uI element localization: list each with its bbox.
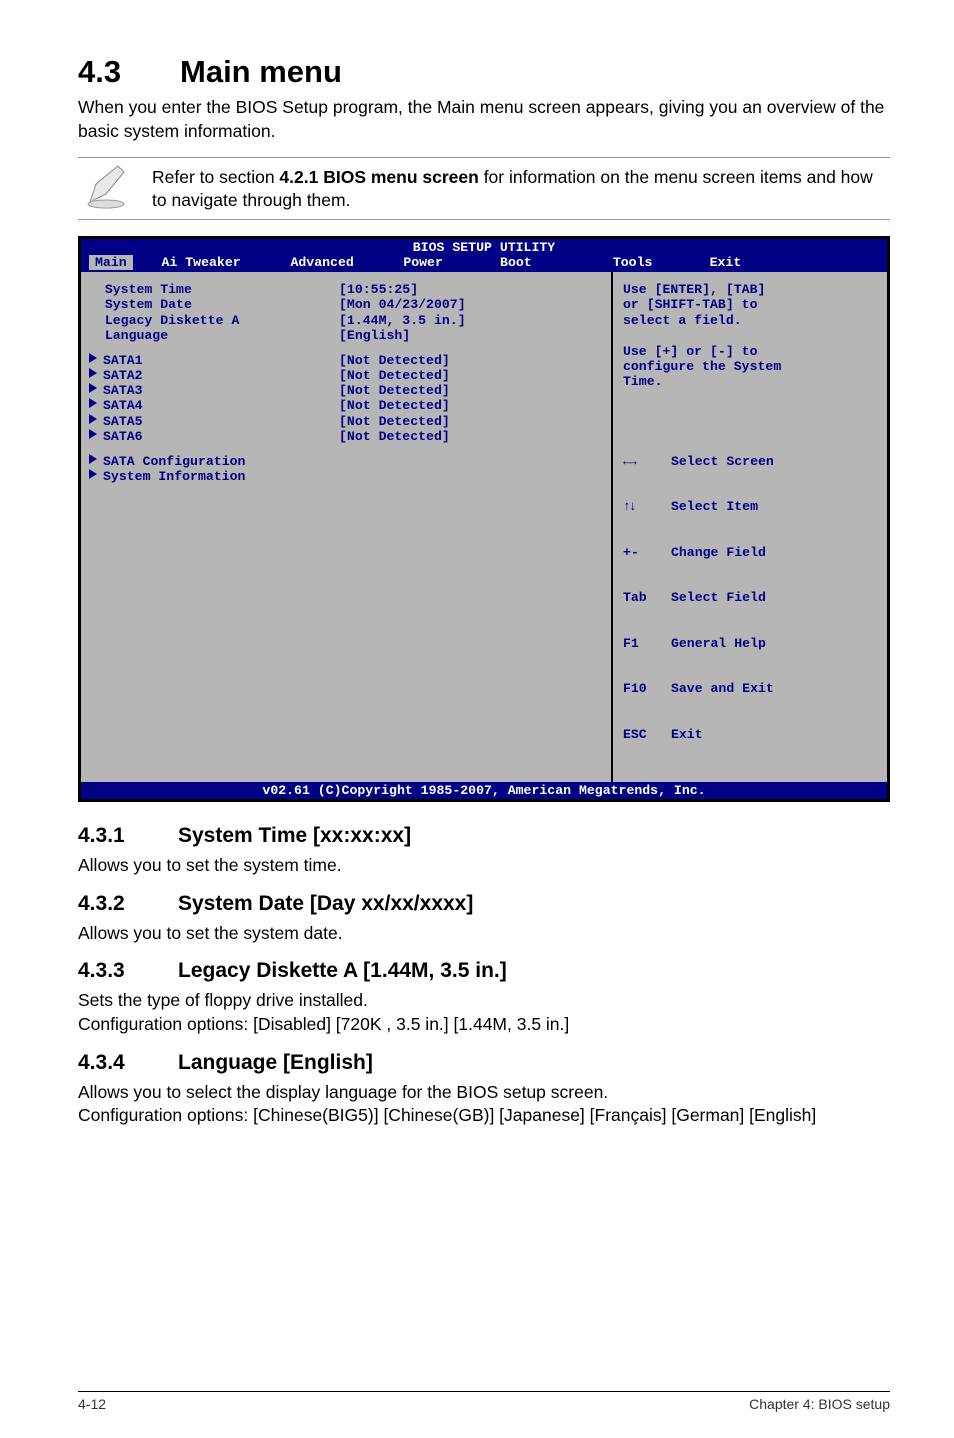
note-text: Refer to section 4.2.1 BIOS menu screen …: [152, 166, 890, 212]
heading-4-3-3: 4.3.3Legacy Diskette A [1.44M, 3.5 in.]: [78, 959, 890, 983]
row-sata1[interactable]: SATA1[Not Detected]: [89, 353, 603, 368]
bios-menubar: Main Ai Tweaker Advanced Power Boot Tool…: [81, 255, 887, 272]
bios-submenu-group: SATA Configuration System Information: [89, 454, 603, 484]
bios-title: BIOS SETUP UTILITY: [81, 239, 887, 255]
section-title: Main menu: [180, 54, 342, 89]
page-number: 4-12: [78, 1396, 106, 1412]
intro-paragraph: When you enter the BIOS Setup program, t…: [78, 96, 890, 143]
tab-ai-tweaker[interactable]: Ai Tweaker: [154, 255, 283, 270]
row-sata6[interactable]: SATA6[Not Detected]: [89, 429, 603, 444]
body-4-3-4a: Allows you to select the display languag…: [78, 1081, 890, 1105]
key-legend: Select Screen Select Item +-Change Field…: [623, 423, 877, 772]
tab-tools[interactable]: Tools: [605, 255, 702, 270]
note-text-a: Refer to section: [152, 167, 279, 187]
row-sata5[interactable]: SATA5[Not Detected]: [89, 414, 603, 429]
bios-left-pane: System Time[10:55:25] System Date[Mon 04…: [81, 272, 613, 782]
row-system-information[interactable]: System Information: [89, 469, 603, 484]
tab-advanced[interactable]: Advanced: [282, 255, 395, 270]
body-4-3-2: Allows you to set the system date.: [78, 922, 890, 946]
arrows-ud-icon: [623, 499, 671, 514]
heading-4-3-4: 4.3.4Language [English]: [78, 1051, 890, 1075]
tab-boot[interactable]: Boot: [492, 255, 605, 270]
help-text-1: Use [ENTER], [TAB] or [SHIFT-TAB] to sel…: [623, 282, 877, 328]
tab-main[interactable]: Main: [89, 255, 133, 270]
body-4-3-1: Allows you to set the system time.: [78, 854, 890, 878]
bios-settings-group: System Time[10:55:25] System Date[Mon 04…: [89, 282, 603, 343]
row-language[interactable]: Language[English]: [89, 328, 603, 343]
bios-sata-group: SATA1[Not Detected] SATA2[Not Detected] …: [89, 353, 603, 444]
heading-4-3-1: 4.3.1System Time [xx:xx:xx]: [78, 824, 890, 848]
section-heading: 4.3Main menu: [78, 54, 890, 90]
body-4-3-3b: Configuration options: [Disabled] [720K …: [78, 1013, 890, 1037]
body-4-3-3a: Sets the type of floppy drive installed.: [78, 989, 890, 1013]
bios-right-pane: Use [ENTER], [TAB] or [SHIFT-TAB] to sel…: [613, 272, 887, 782]
note-block: Refer to section 4.2.1 BIOS menu screen …: [78, 157, 890, 220]
arrows-lr-icon: [623, 454, 671, 469]
pencil-icon: [78, 162, 134, 215]
body-4-3-4b: Configuration options: [Chinese(BIG5)] […: [78, 1104, 890, 1128]
bios-footer: v02.61 (C)Copyright 1985-2007, American …: [81, 782, 887, 799]
heading-4-3-2: 4.3.2System Date [Day xx/xx/xxxx]: [78, 892, 890, 916]
tab-exit[interactable]: Exit: [702, 255, 887, 270]
row-sata4[interactable]: SATA4[Not Detected]: [89, 398, 603, 413]
row-system-date[interactable]: System Date[Mon 04/23/2007]: [89, 297, 603, 312]
tab-power[interactable]: Power: [395, 255, 492, 270]
row-legacy-diskette[interactable]: Legacy Diskette A[1.44M, 3.5 in.]: [89, 313, 603, 328]
note-text-bold: 4.2.1 BIOS menu screen: [279, 167, 478, 187]
row-sata-configuration[interactable]: SATA Configuration: [89, 454, 603, 469]
row-sata3[interactable]: SATA3[Not Detected]: [89, 383, 603, 398]
chapter-label: Chapter 4: BIOS setup: [749, 1396, 890, 1412]
section-number: 4.3: [78, 54, 180, 90]
row-sata2[interactable]: SATA2[Not Detected]: [89, 368, 603, 383]
bios-window: BIOS SETUP UTILITY Main Ai Tweaker Advan…: [78, 236, 890, 802]
row-system-time[interactable]: System Time[10:55:25]: [89, 282, 603, 297]
help-text-2: Use [+] or [-] to configure the System T…: [623, 344, 877, 390]
page-footer: 4-12 Chapter 4: BIOS setup: [78, 1391, 890, 1412]
